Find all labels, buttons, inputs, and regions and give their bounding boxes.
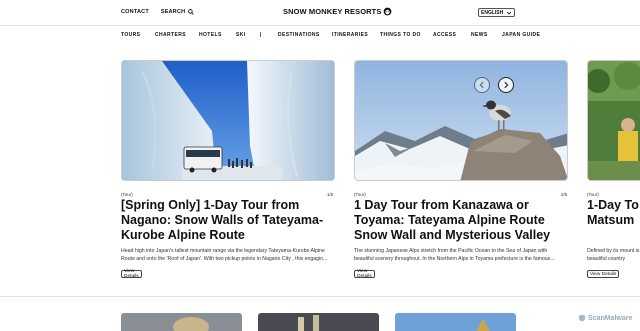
shield-icon xyxy=(578,314,586,322)
nav-separator: | xyxy=(260,32,262,38)
tour-title[interactable]: 1 Day Tour from Kanazawa or Toyama: Tate… xyxy=(354,198,568,243)
thumbnail-2[interactable] xyxy=(258,313,379,331)
view-details-button[interactable]: View Details xyxy=(121,269,142,279)
watermark: ScanMalware xyxy=(578,314,632,322)
nav-item-ski[interactable]: SKI xyxy=(236,32,246,38)
search-label: SEARCH xyxy=(160,9,186,15)
nav-item-access[interactable]: ACCESS xyxy=(433,32,456,38)
tour-card-image[interactable] xyxy=(587,60,640,181)
language-select[interactable]: ENGLISH xyxy=(478,8,515,17)
search-icon xyxy=(188,9,195,15)
mountain-ptarmigan-photo xyxy=(355,61,567,180)
slide-counter: 1/5 xyxy=(327,192,334,197)
nav-item-tours[interactable]: TOURS xyxy=(121,32,140,38)
tour-type: (Tour) xyxy=(121,192,133,197)
slide-counter: 2/5 xyxy=(561,192,568,197)
tour-description: Head high into Japan's tallest mountain … xyxy=(121,248,328,262)
garden-photo xyxy=(588,61,640,180)
tour-description: The stunning Japanese Alps stretch from … xyxy=(354,248,555,262)
section-divider xyxy=(0,296,640,297)
thumbnail-photo xyxy=(395,313,516,331)
thumbnail-photo xyxy=(121,313,242,331)
nav-item-itineraries[interactable]: ITINERARIES xyxy=(332,32,368,38)
thumbnail-3[interactable] xyxy=(395,313,516,331)
monkey-logo-icon xyxy=(384,7,392,16)
watermark-text: ScanMalware xyxy=(588,314,633,322)
nav-item-things-to-do[interactable]: THINGS TO DO xyxy=(380,32,421,38)
arrow-left-icon xyxy=(479,81,484,89)
thumbnail-1[interactable] xyxy=(121,313,242,331)
tour-title[interactable]: [Spring Only] 1-Day Tour from Nagano: Sn… xyxy=(121,198,335,243)
thumbnail-photo xyxy=(258,313,379,331)
top-bar: CONTACT SEARCH SNOW MONKEY RESORTS ENGLI… xyxy=(0,0,640,26)
snow-wall-photo xyxy=(122,61,334,180)
header-divider xyxy=(0,25,640,26)
nav-item-news[interactable]: NEWS xyxy=(471,32,488,38)
site-logo[interactable]: SNOW MONKEY RESORTS xyxy=(283,7,392,16)
nav-item-japan-guide[interactable]: JAPAN GUIDE xyxy=(502,32,540,38)
utility-links: CONTACT SEARCH xyxy=(121,9,195,15)
tour-type: (Tour) xyxy=(354,192,366,197)
carousel-prev-button[interactable] xyxy=(474,77,490,93)
tour-title[interactable]: 1-Day To Matsum xyxy=(587,198,640,228)
view-details-button[interactable]: View Details xyxy=(587,270,620,278)
nav-item-hotels[interactable]: HOTELS xyxy=(199,32,222,38)
tour-card-3: (Tour) 1-Day To Matsum Defined by its mo… xyxy=(587,60,640,300)
language-value: ENGLISH xyxy=(481,9,504,16)
contact-link[interactable]: CONTACT xyxy=(121,9,149,15)
nav-item-destinations[interactable]: DESTINATIONS xyxy=(278,32,320,38)
search-button[interactable]: SEARCH xyxy=(160,9,195,15)
carousel-next-button[interactable] xyxy=(498,77,514,93)
tour-card-image[interactable] xyxy=(121,60,335,181)
view-details-button[interactable]: View Details xyxy=(354,269,375,279)
logo-text: SNOW MONKEY RESORTS xyxy=(283,7,382,16)
nav-item-charters[interactable]: CHARTERS xyxy=(155,32,186,38)
tour-description: Defined by its mount is this beautiful c… xyxy=(587,248,640,262)
arrow-right-icon xyxy=(504,81,509,89)
chevron-down-icon xyxy=(506,11,512,15)
tour-type: (Tour) xyxy=(587,192,599,197)
tour-card-image[interactable] xyxy=(354,60,568,181)
